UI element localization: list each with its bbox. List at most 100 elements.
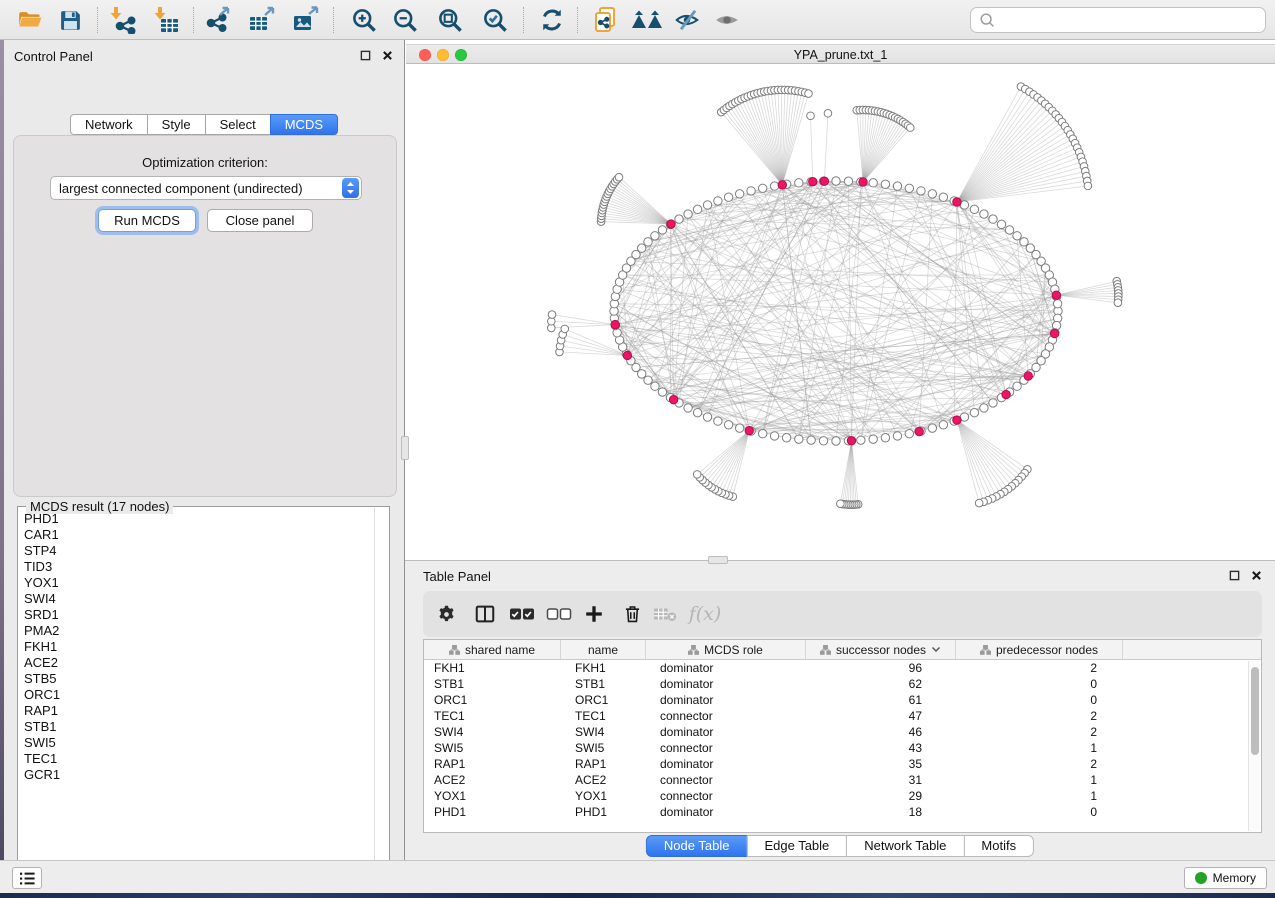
table-scrollbar[interactable] bbox=[1248, 661, 1260, 831]
cell-predecessor-nodes[interactable]: 2 bbox=[956, 757, 1123, 771]
zoom-selected-button[interactable] bbox=[479, 5, 511, 35]
save-session-button[interactable] bbox=[54, 5, 86, 35]
table-row[interactable]: YOX1YOX1connector291 bbox=[424, 788, 1248, 804]
search-box[interactable] bbox=[970, 7, 1266, 33]
cell-name[interactable]: SWI5 bbox=[561, 741, 646, 755]
column-header-mcds-role[interactable]: MCDS role bbox=[646, 640, 806, 659]
export-image-button[interactable] bbox=[290, 5, 322, 35]
cell-mcds-role[interactable]: dominator bbox=[646, 757, 806, 771]
cell-mcds-role[interactable]: dominator bbox=[646, 661, 806, 675]
delete-column-button[interactable] bbox=[619, 602, 645, 626]
close-panel-button[interactable] bbox=[381, 49, 394, 62]
cell-mcds-role[interactable]: dominator bbox=[646, 693, 806, 707]
cell-shared-name[interactable]: ACE2 bbox=[424, 773, 561, 787]
tab-node-table[interactable]: Node Table bbox=[646, 835, 748, 857]
column-header-predecessor-nodes[interactable]: predecessor nodes bbox=[956, 640, 1123, 659]
cell-shared-name[interactable]: RAP1 bbox=[424, 757, 561, 771]
cell-shared-name[interactable]: SWI5 bbox=[424, 741, 561, 755]
cell-name[interactable]: PHD1 bbox=[561, 805, 646, 819]
cell-mcds-role[interactable]: connector bbox=[646, 709, 806, 723]
panel-menu-button[interactable] bbox=[12, 867, 42, 889]
cell-predecessor-nodes[interactable]: 2 bbox=[956, 725, 1123, 739]
deselect-all-button[interactable] bbox=[546, 602, 572, 626]
cell-name[interactable]: TEC1 bbox=[561, 709, 646, 723]
table-row[interactable]: RAP1RAP1dominator352 bbox=[424, 756, 1248, 772]
cell-shared-name[interactable]: ORC1 bbox=[424, 693, 561, 707]
result-node[interactable]: RAP1 bbox=[24, 703, 373, 719]
run-mcds-button[interactable]: Run MCDS bbox=[98, 209, 196, 232]
cell-name[interactable]: FKH1 bbox=[561, 661, 646, 675]
cell-mcds-role[interactable]: dominator bbox=[646, 805, 806, 819]
cell-successor-nodes[interactable]: 18 bbox=[806, 805, 956, 819]
cell-name[interactable]: STB1 bbox=[561, 677, 646, 691]
network-graph[interactable] bbox=[406, 65, 1275, 560]
tab-network-table[interactable]: Network Table bbox=[846, 835, 964, 857]
cell-mcds-role[interactable]: dominator bbox=[646, 725, 806, 739]
result-node[interactable]: ORC1 bbox=[24, 687, 373, 703]
tab-mcds[interactable]: MCDS bbox=[270, 114, 338, 135]
export-network-button[interactable] bbox=[202, 5, 234, 35]
result-node[interactable]: PMA2 bbox=[24, 623, 373, 639]
network-canvas[interactable] bbox=[406, 65, 1275, 560]
result-node[interactable]: GCR1 bbox=[24, 767, 373, 783]
cell-shared-name[interactable]: PHD1 bbox=[424, 805, 561, 819]
cell-predecessor-nodes[interactable]: 0 bbox=[956, 805, 1123, 819]
cell-predecessor-nodes[interactable]: 2 bbox=[956, 661, 1123, 675]
cell-mcds-role[interactable]: connector bbox=[646, 773, 806, 787]
cell-name[interactable]: SWI4 bbox=[561, 725, 646, 739]
float-panel-button[interactable] bbox=[359, 49, 372, 62]
zoom-in-button[interactable] bbox=[348, 5, 380, 35]
cell-mcds-role[interactable]: connector bbox=[646, 789, 806, 803]
result-node[interactable]: TEC1 bbox=[24, 751, 373, 767]
result-node[interactable]: SWI4 bbox=[24, 591, 373, 607]
tab-style[interactable]: Style bbox=[147, 114, 206, 135]
result-node[interactable]: SRD1 bbox=[24, 607, 373, 623]
optimization-criterion-select[interactable]: largest connected component (undirected) bbox=[50, 176, 362, 200]
refresh-button[interactable] bbox=[536, 5, 568, 35]
tab-select[interactable]: Select bbox=[205, 114, 271, 135]
table-row[interactable]: TEC1TEC1connector472 bbox=[424, 708, 1248, 724]
tab-edge-table[interactable]: Edge Table bbox=[746, 835, 847, 857]
column-header-shared-name[interactable]: shared name bbox=[424, 640, 561, 659]
table-row[interactable]: FKH1FKH1dominator962 bbox=[424, 660, 1248, 676]
result-node[interactable]: FKH1 bbox=[24, 639, 373, 655]
table-row[interactable]: STB1STB1dominator620 bbox=[424, 676, 1248, 692]
result-node[interactable]: TID3 bbox=[24, 559, 373, 575]
cell-successor-nodes[interactable]: 47 bbox=[806, 709, 956, 723]
cell-predecessor-nodes[interactable]: 1 bbox=[956, 773, 1123, 787]
table-row[interactable]: ACE2ACE2connector311 bbox=[424, 772, 1248, 788]
table-settings-button[interactable] bbox=[433, 602, 459, 626]
tab-network[interactable]: Network bbox=[70, 114, 148, 135]
result-node[interactable]: CAR1 bbox=[24, 527, 373, 543]
result-node[interactable]: SWI5 bbox=[24, 735, 373, 751]
tab-motifs[interactable]: Motifs bbox=[963, 835, 1034, 857]
result-node[interactable]: YOX1 bbox=[24, 575, 373, 591]
show-columns-button[interactable] bbox=[472, 602, 498, 626]
cell-predecessor-nodes[interactable]: 0 bbox=[956, 693, 1123, 707]
cell-successor-nodes[interactable]: 29 bbox=[806, 789, 956, 803]
cell-shared-name[interactable]: YOX1 bbox=[424, 789, 561, 803]
vertical-splitter-handle[interactable] bbox=[401, 436, 409, 460]
table-scrollbar-thumb[interactable] bbox=[1251, 667, 1259, 755]
show-all-button[interactable] bbox=[711, 5, 743, 35]
cell-predecessor-nodes[interactable]: 1 bbox=[956, 789, 1123, 803]
cell-shared-name[interactable]: TEC1 bbox=[424, 709, 561, 723]
cell-shared-name[interactable]: STB1 bbox=[424, 677, 561, 691]
cell-successor-nodes[interactable]: 31 bbox=[806, 773, 956, 787]
result-node[interactable]: STP4 bbox=[24, 543, 373, 559]
import-network-button[interactable] bbox=[106, 5, 138, 35]
network-titlebar[interactable]: YPA_prune.txt_1 bbox=[406, 44, 1275, 64]
cell-mcds-role[interactable]: connector bbox=[646, 741, 806, 755]
first-neighbors-button[interactable] bbox=[631, 5, 663, 35]
cell-successor-nodes[interactable]: 43 bbox=[806, 741, 956, 755]
result-node[interactable]: STB5 bbox=[24, 671, 373, 687]
cell-successor-nodes[interactable]: 61 bbox=[806, 693, 956, 707]
table-row[interactable]: SWI5SWI5connector431 bbox=[424, 740, 1248, 756]
open-file-button[interactable] bbox=[14, 5, 46, 35]
cell-successor-nodes[interactable]: 35 bbox=[806, 757, 956, 771]
select-all-button[interactable] bbox=[509, 602, 535, 626]
column-header-name[interactable]: name bbox=[561, 640, 646, 659]
table-row[interactable]: SWI4SWI4dominator462 bbox=[424, 724, 1248, 740]
result-node[interactable]: STB1 bbox=[24, 719, 373, 735]
list-scrollbar[interactable] bbox=[374, 508, 375, 875]
